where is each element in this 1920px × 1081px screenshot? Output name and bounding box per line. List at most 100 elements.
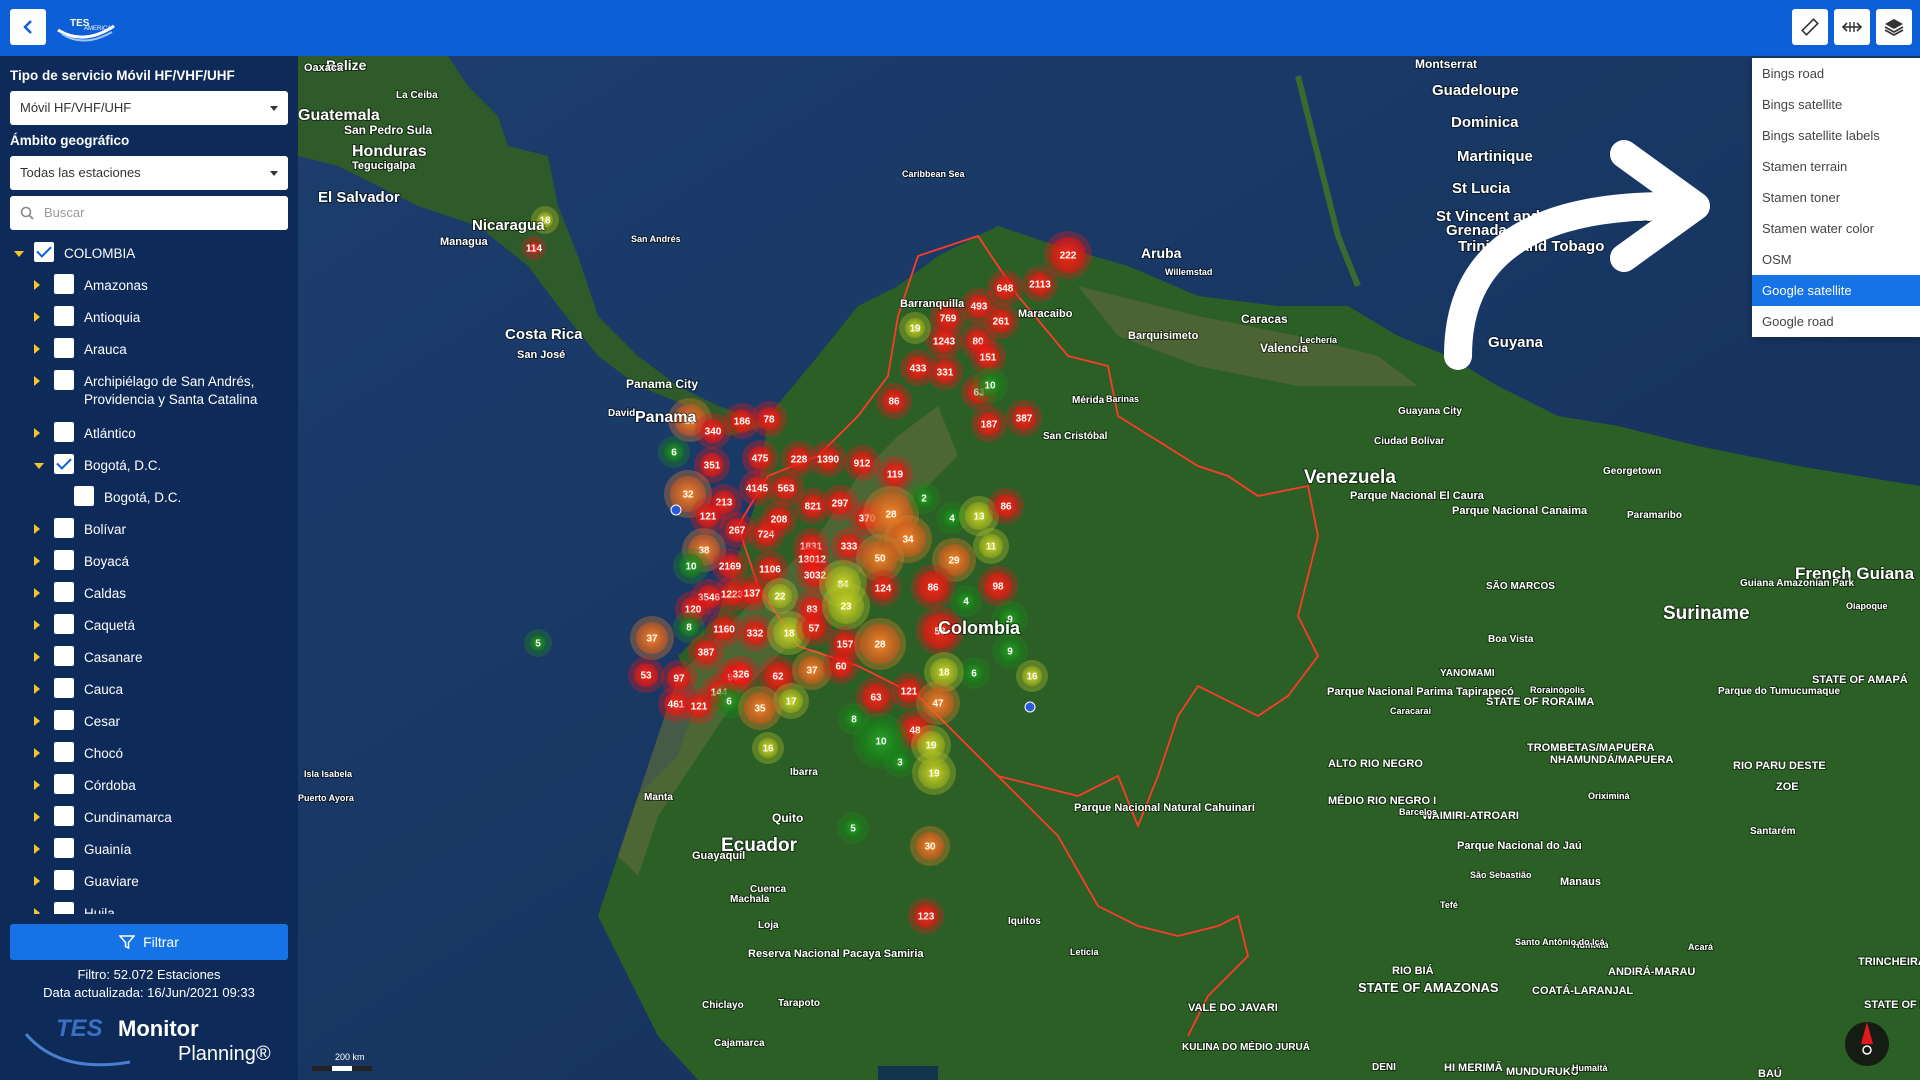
layer-option-stamen-toner[interactable]: Stamen toner [1752, 182, 1920, 213]
station-dot[interactable] [1024, 701, 1036, 713]
station-cluster[interactable]: 1390 [810, 441, 846, 477]
tree-checkbox[interactable] [54, 370, 74, 390]
station-cluster[interactable]: 37 [630, 616, 674, 660]
expand-caret-right-icon[interactable] [34, 376, 40, 386]
tree-item[interactable]: Arauca [10, 334, 288, 366]
station-cluster[interactable]: 5 [837, 812, 869, 844]
station-cluster[interactable]: 60 [823, 648, 859, 684]
station-cluster[interactable]: 19 [912, 751, 956, 795]
tree-checkbox[interactable] [54, 806, 74, 826]
station-cluster[interactable]: 35 [738, 686, 782, 730]
station-cluster[interactable]: 10 [972, 367, 1008, 403]
expand-caret-right-icon[interactable] [34, 716, 40, 726]
station-cluster[interactable]: 86 [911, 565, 955, 609]
expand-caret-right-icon[interactable] [34, 280, 40, 290]
measure-button[interactable] [1834, 9, 1870, 45]
filter-button[interactable]: Filtrar [10, 924, 288, 960]
map-view[interactable]: 222 2113 648 493 769 261 1243 80 19 151 433 331 63 10… [298, 56, 1920, 1080]
tree-checkbox[interactable] [54, 306, 74, 326]
expand-caret-right-icon[interactable] [34, 652, 40, 662]
expand-caret-right-icon[interactable] [34, 588, 40, 598]
tree-item[interactable]: Bolívar [10, 514, 288, 546]
station-cluster[interactable]: 22 [762, 578, 798, 614]
tree-checkbox[interactable] [54, 518, 74, 538]
station-cluster[interactable]: 912 [844, 445, 880, 481]
station-cluster[interactable]: 124 [865, 570, 901, 606]
tree-item[interactable]: Bogotá, D.C. [10, 482, 288, 514]
expand-caret-down-icon[interactable] [34, 463, 44, 469]
tree-item[interactable]: Chocó [10, 738, 288, 770]
layer-option-stamen-water-color[interactable]: Stamen water color [1752, 213, 1920, 244]
tree-item[interactable]: Caldas [10, 578, 288, 610]
tree-item[interactable]: Casanare [10, 642, 288, 674]
tree-checkbox[interactable] [54, 710, 74, 730]
station-cluster[interactable]: 10 [673, 548, 709, 584]
compass-icon[interactable] [1845, 1022, 1889, 1066]
ruler-button[interactable] [1792, 9, 1828, 45]
station-cluster[interactable]: 123 [908, 898, 944, 934]
geo-scope-select[interactable]: Todas las estaciones [10, 156, 288, 190]
station-cluster[interactable]: 2113 [1022, 266, 1058, 302]
tree-checkbox[interactable] [54, 774, 74, 794]
expand-caret-right-icon[interactable] [34, 812, 40, 822]
station-cluster[interactable]: 19 [899, 312, 931, 344]
tree-checkbox[interactable] [54, 742, 74, 762]
station-cluster[interactable]: 86 [988, 488, 1024, 524]
expand-caret-right-icon[interactable] [34, 344, 40, 354]
station-cluster[interactable]: 114 [522, 236, 546, 260]
layer-option-stamen-terrain[interactable]: Stamen terrain [1752, 151, 1920, 182]
station-cluster[interactable]: 16 [1016, 660, 1048, 692]
station-cluster[interactable]: 1243 [926, 323, 962, 359]
tree-checkbox[interactable] [54, 646, 74, 666]
layer-option-google-satellite[interactable]: Google satellite [1752, 275, 1920, 306]
expand-caret-right-icon[interactable] [34, 780, 40, 790]
layer-option-bings-road[interactable]: Bings road [1752, 58, 1920, 89]
tree-item[interactable]: Boyacá [10, 546, 288, 578]
tree-item[interactable]: Cauca [10, 674, 288, 706]
layers-button[interactable] [1876, 9, 1912, 45]
expand-caret-right-icon[interactable] [34, 524, 40, 534]
tree-checkbox[interactable] [54, 274, 74, 294]
station-cluster[interactable]: 98 [978, 566, 1018, 606]
layer-option-bings-satellite-labels[interactable]: Bings satellite labels [1752, 120, 1920, 151]
station-cluster[interactable]: 5 [524, 629, 552, 657]
tree-item[interactable]: Córdoba [10, 770, 288, 802]
tree-checkbox[interactable] [34, 242, 54, 262]
station-cluster[interactable]: 53 [628, 657, 664, 693]
station-cluster[interactable]: 86 [876, 383, 912, 419]
station-cluster[interactable]: 78 [751, 401, 787, 437]
station-cluster[interactable]: 121 [681, 688, 717, 724]
tree-checkbox[interactable] [54, 902, 74, 914]
expand-caret-right-icon[interactable] [34, 556, 40, 566]
tree-checkbox[interactable] [54, 678, 74, 698]
expand-caret-down-icon[interactable] [14, 251, 24, 257]
tree-item[interactable]: Antioquia [10, 302, 288, 334]
tree-checkbox[interactable] [54, 870, 74, 890]
station-cluster[interactable]: 28 [854, 618, 906, 670]
expand-caret-right-icon[interactable] [34, 428, 40, 438]
expand-caret-right-icon[interactable] [34, 620, 40, 630]
station-cluster[interactable]: 387 [1006, 400, 1042, 436]
station-cluster[interactable]: 3 [884, 746, 916, 778]
station-cluster[interactable]: 11 [973, 528, 1009, 564]
tree-checkbox[interactable] [54, 454, 74, 474]
back-button[interactable] [10, 9, 46, 45]
station-cluster[interactable]: 6 [658, 436, 690, 468]
tree-checkbox[interactable] [54, 614, 74, 634]
station-dot[interactable] [670, 504, 682, 516]
expand-caret-right-icon[interactable] [34, 876, 40, 886]
bottom-panel-handle[interactable] [878, 1066, 938, 1080]
tree-item[interactable]: Atlántico [10, 418, 288, 450]
tree-item[interactable]: Huila [10, 898, 288, 914]
tree-item[interactable]: Guaviare [10, 866, 288, 898]
tree-item[interactable]: Archipiélago de San Andrés, Providencia y… [10, 366, 288, 416]
station-cluster[interactable]: 387 [688, 634, 724, 670]
layer-option-osm[interactable]: OSM [1752, 244, 1920, 275]
station-cluster[interactable]: 331 [927, 354, 963, 390]
expand-caret-right-icon[interactable] [34, 908, 40, 914]
layer-option-google-road[interactable]: Google road [1752, 306, 1920, 337]
expand-caret-right-icon[interactable] [34, 748, 40, 758]
tree-checkbox[interactable] [54, 422, 74, 442]
expand-caret-right-icon[interactable] [34, 312, 40, 322]
service-type-select[interactable]: Móvil HF/VHF/UHF [10, 91, 288, 125]
